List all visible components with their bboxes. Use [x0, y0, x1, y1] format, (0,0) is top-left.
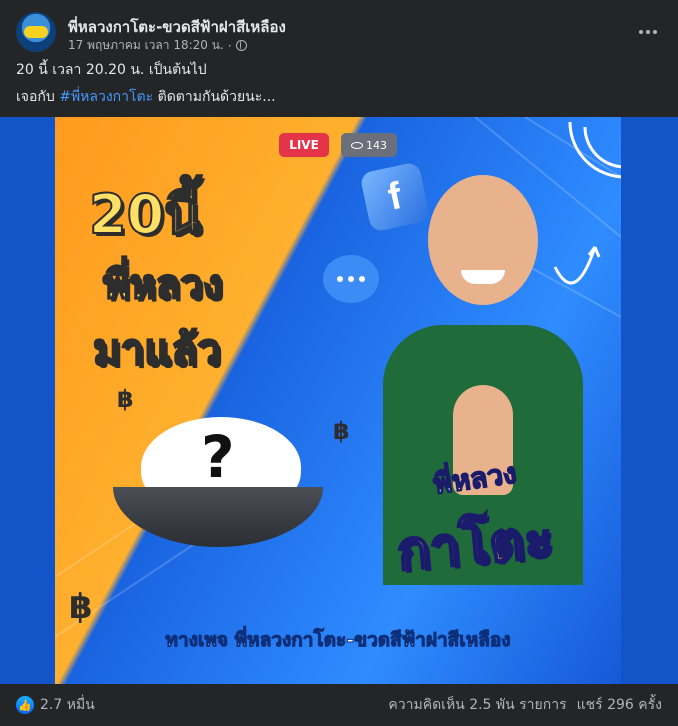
post-timestamp[interactable]: 17 พฤษภาคม เวลา 18:20 น.	[68, 36, 224, 55]
viewer-count: 143	[366, 138, 387, 152]
viewer-count-badge: 143	[341, 133, 397, 157]
post-footer: 👍 2.7 หมื่น ความคิดเห็น 2.5 พัน รายการ แ…	[16, 684, 662, 726]
shares-count[interactable]: แชร์ 296 ครั้ง	[577, 694, 662, 716]
reactions-count[interactable]: 2.7 หมื่น	[40, 694, 95, 716]
more-options-icon[interactable]	[634, 18, 662, 46]
post-text-line: 20 นี้ เวลา 20.20 น. เป็นต้นไป	[16, 62, 207, 78]
hashtag-link[interactable]: #พี่หลวงกาโตะ	[59, 89, 153, 105]
post-text-suffix: ติดตามกันด้วยนะ...	[153, 89, 276, 105]
meta-separator: ·	[227, 38, 232, 53]
post-meta: 17 พฤษภาคม เวลา 18:20 น. ·	[68, 36, 247, 55]
post-text-prefix: เจอกับ	[16, 89, 60, 105]
promo-artwork: LIVE 143 f 20นี้ พี่หลวง มาแล้ว ฿ ฿ ฿ ?	[55, 117, 621, 684]
eye-icon	[351, 141, 363, 149]
chat-bubble-icon	[323, 255, 379, 303]
comments-count[interactable]: ความคิดเห็น 2.5 พัน รายการ	[388, 694, 566, 716]
page-avatar[interactable]	[16, 12, 56, 52]
host-head	[428, 175, 538, 305]
reactions-summary[interactable]: 👍 2.7 หมื่น	[16, 694, 95, 716]
like-reaction-icon: 👍	[16, 696, 34, 714]
engagement-stats: ความคิดเห็น 2.5 พัน รายการ แชร์ 296 ครั้…	[388, 694, 662, 716]
post-image[interactable]: LIVE 143 f 20นี้ พี่หลวง มาแล้ว ฿ ฿ ฿ ?	[0, 117, 678, 684]
bowl-dish	[113, 487, 323, 547]
brand-logo: พี่หลวง กาโตะ	[345, 456, 605, 587]
post-text: 20 นี้ เวลา 20.20 น. เป็นต้นไป เจอกับ #พ…	[16, 60, 662, 114]
headline-date: 20นี้	[88, 182, 202, 247]
baht-icon: ฿	[333, 417, 350, 445]
mystery-bowl: ?	[113, 417, 323, 547]
live-badge: LIVE	[279, 133, 329, 157]
baht-icon: ฿	[69, 587, 93, 627]
post-header: พี่หลวงกาโตะ-ขวดสีฟ้าฝาสีเหลือง 17 พฤษภา…	[16, 12, 662, 55]
headline-name: พี่หลวง	[102, 261, 223, 309]
image-caption: ทางเพจ พี่หลวงกาโตะ-ขวดสีฟ้าฝาสีเหลือง	[165, 629, 511, 652]
post-text-line: เจอกับ #พี่หลวงกาโตะ ติดตามกันด้วยนะ...	[16, 87, 662, 108]
question-mark: ?	[201, 423, 235, 491]
baht-icon: ฿	[117, 385, 134, 413]
globe-icon[interactable]	[235, 40, 247, 51]
headline-coming: มาแล้ว	[92, 324, 222, 375]
post-card: พี่หลวงกาโตะ-ขวดสีฟ้าฝาสีเหลือง 17 พฤษภา…	[0, 0, 678, 726]
